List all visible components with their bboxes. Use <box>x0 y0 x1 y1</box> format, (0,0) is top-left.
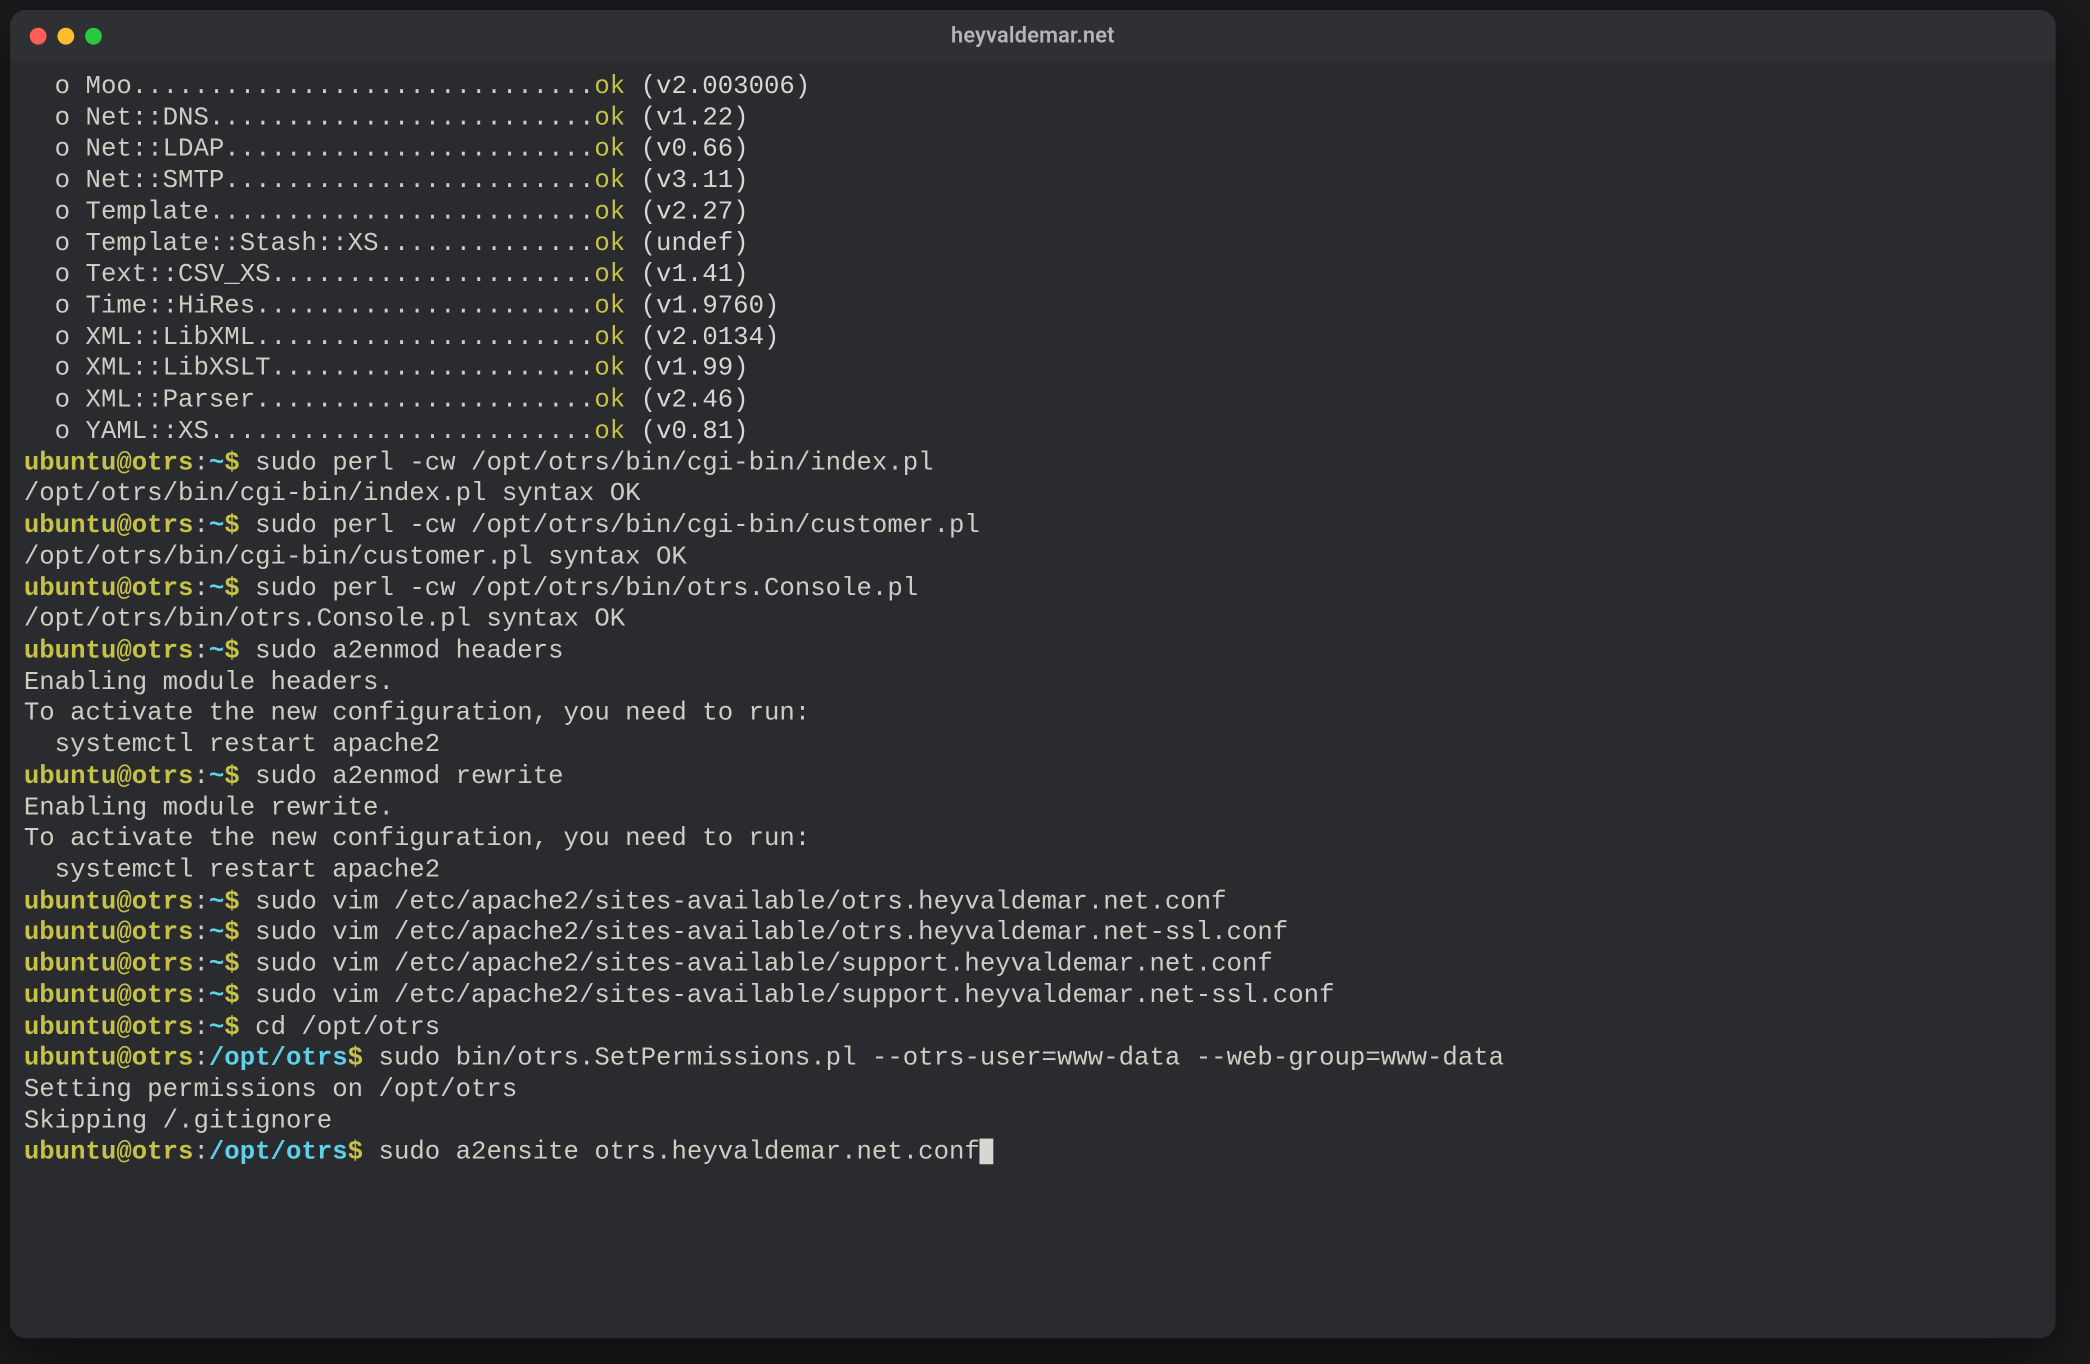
minimize-icon[interactable] <box>57 27 74 44</box>
titlebar: heyvaldemar.net <box>10 10 2056 61</box>
zoom-icon[interactable] <box>85 27 102 44</box>
cursor-icon <box>980 1139 994 1165</box>
traffic-lights <box>30 27 102 44</box>
window-title: heyvaldemar.net <box>10 23 2056 48</box>
terminal-window: heyvaldemar.net o Moo...................… <box>10 10 2056 1338</box>
terminal-output[interactable]: o Moo..............................ok (v… <box>10 61 2056 1338</box>
close-icon[interactable] <box>30 27 47 44</box>
